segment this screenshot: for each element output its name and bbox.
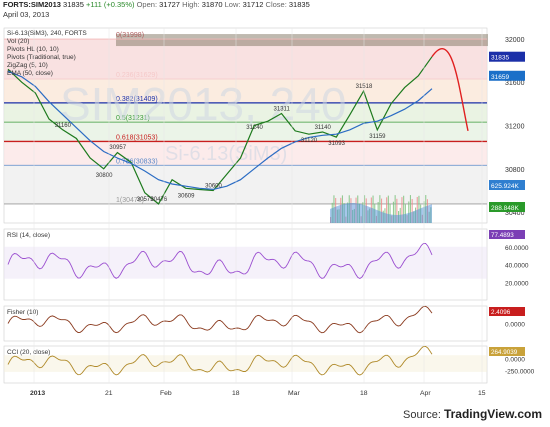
pivot-label: 30476 [150,197,167,203]
time-tick: Mar [288,390,300,397]
pivot-label: 30800 [96,173,113,179]
legend-entry: Vol (20) [7,38,29,45]
watermark-sub: Si-6.13(SiM3) [165,143,287,165]
pivot-label: 30600 [205,184,222,190]
price-badge-text: 31659 [491,74,509,81]
cci-tick: -250.0000 [505,369,535,376]
price-tick: 32000 [505,37,525,44]
price-badge-text: 288.848K [491,205,519,212]
pivot-label: 31120 [301,138,318,144]
tradingview-brand[interactable]: TradingView.com [444,407,542,421]
pivot-label: 31093 [328,141,345,147]
fib-label: 0.618(31053) [116,134,158,141]
time-tick: 21 [105,390,113,397]
pivot-box [116,34,488,47]
time-tick: 15 [478,390,486,397]
watermark: SIM2013, 240 [60,78,346,130]
legend-entry: Pivots HL (10, 10) [7,46,59,53]
pivot-label: 30957 [109,145,126,151]
cci-label: CCI (20, close) [7,349,50,356]
price-badge-text: 31835 [491,55,509,62]
fisher-tick: 0.0000 [505,322,525,329]
fisher-badge-text: 2.4096 [491,309,511,316]
pivot-label: 31518 [356,84,373,90]
fisher-label: Fisher (10) [7,309,38,316]
cci-tick: 0.0000 [505,356,525,363]
time-tick: 2013 [30,390,45,397]
chart-svg[interactable]: 0(31998)0.236(31629)0.382(31409)0.5(3123… [0,0,550,427]
pivot-label: 31240 [246,125,263,131]
time-tick: Feb [160,390,172,397]
pivot-label: 31160 [55,123,72,129]
time-tick: 18 [232,390,240,397]
cci-band [4,355,487,372]
legend-entry: ZigZag (5, 10) [7,62,48,69]
fisher-panel [3,305,488,342]
legend-entry: Si-6.13(SiM3), 240, FORTS [7,30,87,37]
rsi-badge-text: 77.4893 [491,232,514,239]
rsi-tick: 20.0000 [505,280,529,287]
pivot-label: 30609 [178,194,195,200]
legend-entry: EMA (50, close) [7,70,53,77]
rsi-tick: 40.0000 [505,263,529,270]
footer: Source: TradingView.com [403,407,542,421]
pivot-label: 31140 [315,125,332,131]
fib-label: 0(31998) [116,32,144,39]
price-tick: 31600 [505,80,525,87]
source-label: Source: [402,409,441,421]
cci-badge-text: 264.9039 [491,349,518,356]
pivot-label: 31159 [369,134,386,140]
price-tick: 30800 [505,167,525,174]
price-tick: 31200 [505,124,525,131]
pivot-label: 31311 [274,106,291,112]
rsi-tick: 60.0000 [505,245,529,252]
rsi-label: RSI (14, close) [7,232,50,239]
legend-entry: Pivots (Traditional, true) [7,54,76,61]
time-tick: 18 [360,390,368,397]
time-tick: Apr [420,390,431,397]
price-badge-text: 625.924K [491,183,519,190]
fib-zone [4,165,487,204]
